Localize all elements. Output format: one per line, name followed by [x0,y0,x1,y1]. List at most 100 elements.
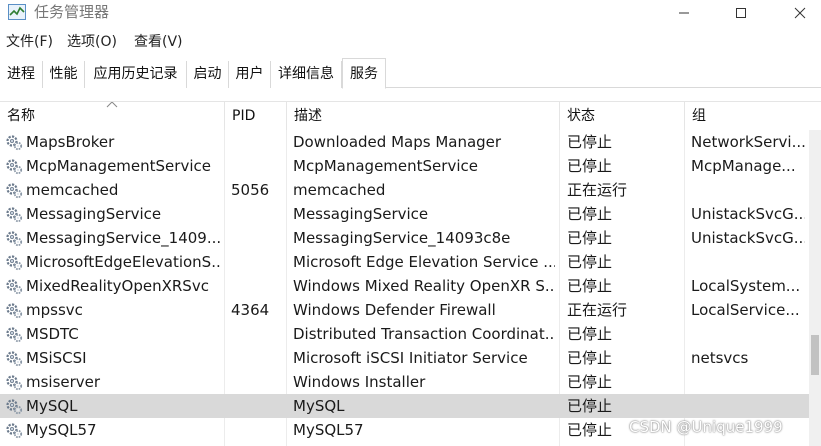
cell-name: MixedRealityOpenXRSvc [26,277,209,295]
cell-pid: 5056 [231,181,270,199]
cell-group [691,250,805,274]
service-gear-icon [5,253,23,271]
watermark: CSDN @Unique1999 [629,418,783,436]
cell-name: MSiSCSI [26,349,87,367]
column-header-description[interactable]: 描述 [287,102,560,130]
service-gear-icon [5,229,23,247]
cell-status: 正在运行 [567,181,628,199]
service-gear-icon [5,397,23,415]
table-row[interactable]: mpssvc 4364 Windows Defender Firewall 正在运行 L… [0,298,809,322]
cell-group [691,322,805,346]
cell-description: Microsoft Edge Elevation Service ... [293,253,555,271]
cell-name: MapsBroker [26,133,115,151]
cell-name: McpManagementService [26,157,211,175]
cell-status: 已停止 [567,277,613,295]
tab-details[interactable]: 详细信息 [271,61,342,88]
cell-group: UnistackSvcG... [691,229,805,247]
cell-pid [231,346,283,370]
table-row[interactable]: MySQL MySQL 已停止 [0,394,809,418]
table-row[interactable]: MapsBroker Downloaded Maps Manager 已停止 Netw… [0,130,809,154]
title-bar: 任务管理器 [0,0,821,26]
cell-group: LocalService... [691,301,800,319]
service-gear-icon [5,277,23,295]
cell-pid [231,250,283,274]
cell-status: 已停止 [567,205,613,223]
tab-services[interactable]: 服务 [342,58,386,89]
tab-users[interactable]: 用户 [229,61,271,88]
column-header-name[interactable]: 名称 [0,102,225,130]
cell-pid [231,370,283,394]
tab-app-history[interactable]: 应用历史记录 [85,61,187,88]
close-button[interactable] [777,0,821,26]
cell-pid [231,154,283,178]
cell-pid [231,202,283,226]
cell-description: Downloaded Maps Manager [293,133,502,151]
cell-group: LocalSystem... [691,277,801,295]
cell-name: MSDTC [26,325,79,343]
cell-pid [231,226,283,250]
table-row[interactable]: MSiSCSI Microsoft iSCSI Initiator Service… [0,346,809,370]
cell-description: Windows Installer [293,373,426,391]
cell-name: memcached [26,181,119,199]
cell-group: McpManage... [691,157,796,175]
cell-group [691,370,805,394]
cell-status: 已停止 [567,397,613,415]
service-gear-icon [5,349,23,367]
cell-group [691,178,805,202]
tab-performance[interactable]: 性能 [43,61,85,88]
cell-group: UnistackSvcG... [691,205,805,223]
table-row[interactable]: McpManagementService McpManagementService… [0,154,809,178]
column-header-pid[interactable]: PID [225,102,287,130]
tab-startup[interactable]: 启动 [187,61,229,88]
cell-status: 已停止 [567,229,613,247]
close-icon [794,7,806,19]
cell-name: msiserver [26,373,101,391]
menu-bar: 文件(F) 选项(O) 查看(V) [0,31,821,53]
cell-status: 正在运行 [567,301,628,319]
service-gear-icon [5,373,23,391]
cell-group [691,394,805,418]
menu-view[interactable]: 查看(V) [134,31,183,53]
table-row[interactable]: memcached 5056 memcached 正在运行 [0,178,809,202]
table-row[interactable]: MicrosoftEdgeElevationS... Microsoft Edge… [0,250,809,274]
table-row[interactable]: MessagingService_1409... MessagingService… [0,226,809,250]
cell-status: 已停止 [567,133,613,151]
cell-description: MySQL [293,397,345,415]
maximize-icon [736,8,746,18]
scrollbar-thumb[interactable] [811,335,819,375]
cell-group: NetworkServi... [691,133,805,151]
table-row[interactable]: MSDTC Distributed Transaction Coordinat..… [0,322,809,346]
cell-description: Distributed Transaction Coordinat... [293,325,555,343]
cell-description: MessagingService_14093c8e [293,229,511,247]
cell-name: MicrosoftEdgeElevationS... [26,253,222,271]
service-gear-icon [5,421,23,439]
table-row[interactable]: MixedRealityOpenXRSvc Windows Mixed Reali… [0,274,809,298]
tab-processes[interactable]: 进程 [0,61,43,88]
cell-pid [231,274,283,298]
table-header: 名称 PID 描述 状态 组 [0,101,821,130]
menu-options[interactable]: 选项(O) [67,31,117,53]
service-gear-icon [5,133,23,151]
cell-description: McpManagementService [293,157,478,175]
column-header-status[interactable]: 状态 [560,102,685,130]
menu-file[interactable]: 文件(F) [6,31,53,53]
cell-status: 已停止 [567,157,613,175]
cell-name: mpssvc [26,301,83,319]
cell-description: MySQL57 [293,421,364,439]
service-gear-icon [5,181,23,199]
minimize-button[interactable] [661,0,707,26]
table-row[interactable]: MessagingService MessagingService 已停止 Unist… [0,202,809,226]
cell-status: 已停止 [567,253,613,271]
minimize-icon [679,12,689,14]
cell-description: MessagingService [293,205,429,223]
maximize-button[interactable] [718,0,764,26]
cell-name: MessagingService [26,205,162,223]
table-row[interactable]: msiserver Windows Installer 已停止 [0,370,809,394]
cell-pid: 4364 [231,301,270,319]
cell-status: 已停止 [567,349,613,367]
cell-pid [231,418,283,442]
cell-name: MySQL [26,397,78,415]
vertical-scrollbar[interactable] [809,130,821,446]
services-table: MapsBroker Downloaded Maps Manager 已停止 Netw… [0,130,809,446]
column-header-group[interactable]: 组 [685,102,821,130]
